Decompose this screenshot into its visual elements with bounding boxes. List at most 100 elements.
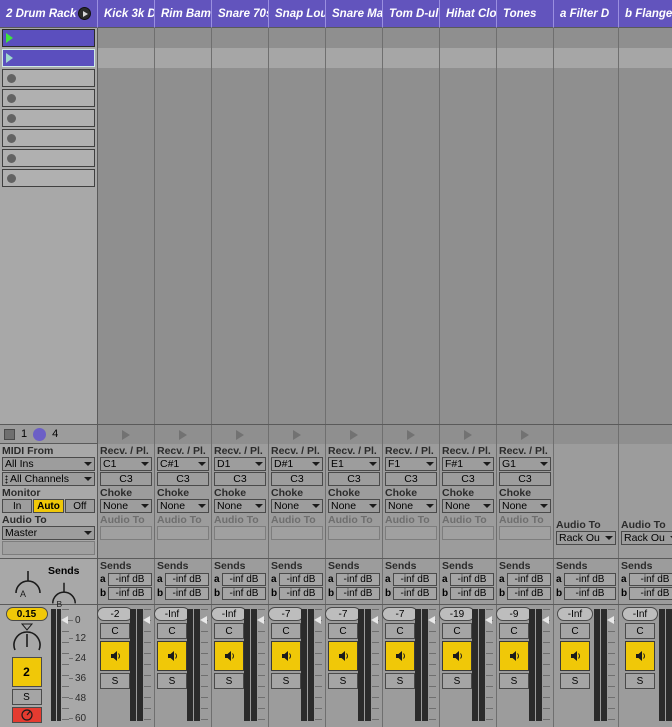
recv-note-chooser[interactable]: D1 [214,457,266,471]
clip-slot[interactable] [155,168,212,188]
clip-slot[interactable] [383,128,440,148]
play-note-field[interactable]: C3 [271,472,323,486]
recv-note-chooser[interactable]: C#1 [157,457,209,471]
crossfade-assign-button[interactable]: C [625,623,655,639]
stop-clip-button[interactable] [440,425,497,444]
clip-slot[interactable] [212,108,269,128]
empty-clip-slot[interactable] [2,149,95,167]
clip-slot[interactable] [98,48,155,68]
track-solo-button[interactable]: S [442,673,472,689]
choke-chooser[interactable]: None [328,499,380,513]
clip-slot[interactable] [619,168,672,188]
track-volume-fader[interactable] [607,609,615,725]
track-activator-button[interactable] [385,641,415,671]
clip-slot[interactable] [155,28,212,48]
empty-slot[interactable] [212,188,269,424]
send-a-value[interactable]: -inf dB [507,573,551,586]
monitor-auto-button[interactable]: Auto [33,499,64,513]
stop-clip-button[interactable] [326,425,383,444]
audio-to-chooser[interactable] [385,526,437,540]
empty-slot[interactable] [619,188,672,424]
track-title-6[interactable]: Hihat Clo [440,0,497,28]
stop-clip-button[interactable] [383,425,440,444]
clip-slot[interactable] [497,108,554,128]
clip-slot[interactable] [212,128,269,148]
empty-clip-slot[interactable] [2,129,95,147]
clip-slot[interactable] [326,128,383,148]
clip-slot[interactable] [269,48,326,68]
clip-slot[interactable] [155,48,212,68]
clip-slot[interactable] [440,128,497,148]
send-b-value[interactable]: -inf dB [108,587,152,600]
empty-slot[interactable] [440,188,497,424]
track-solo-button[interactable]: S [625,673,655,689]
clip-slot[interactable] [554,128,619,148]
stop-clip-button[interactable] [212,425,269,444]
audio-to-chooser[interactable] [271,526,323,540]
send-a-value[interactable]: -inf dB [336,573,380,586]
track-title-0[interactable]: Kick 3k D [98,0,155,28]
track-title-3[interactable]: Snap Lou [269,0,326,28]
clip-slot[interactable] [554,48,619,68]
midi-channel-chooser[interactable]: All Channels [2,472,95,486]
send-b-value[interactable]: -inf dB [279,587,323,600]
audio-to-chooser[interactable]: Master [2,526,95,540]
track-volume-value[interactable]: -Inf [557,607,593,621]
clip-slot[interactable] [383,28,440,48]
clip-slot[interactable] [98,168,155,188]
fader-handle-icon[interactable] [200,616,207,624]
play-note-field[interactable]: C3 [100,472,152,486]
return-title-0[interactable]: a Filter D [554,0,619,28]
track-activator-button[interactable] [442,641,472,671]
clip-slot[interactable] [269,168,326,188]
track-activator-button[interactable] [214,641,244,671]
fader-handle-icon[interactable] [371,616,378,624]
crossfade-assign-button[interactable]: C [271,623,301,639]
audio-to-chooser[interactable] [100,526,152,540]
clip-slot[interactable] [554,88,619,108]
track-volume-value[interactable]: -9 [496,607,532,621]
clip-slot[interactable] [497,128,554,148]
clip-slot[interactable] [554,28,619,48]
track-volume-value[interactable]: -19 [439,607,475,621]
send-a-value[interactable]: -inf dB [108,573,152,586]
recv-note-chooser[interactable]: C1 [100,457,152,471]
clip-slot[interactable] [554,108,619,128]
clip-slot[interactable] [554,168,619,188]
stop-clip-button[interactable] [269,425,326,444]
choke-chooser[interactable]: None [271,499,323,513]
play-note-field[interactable]: C3 [328,472,380,486]
scene-dot-icon[interactable] [33,427,47,441]
fader-handle-icon[interactable] [542,616,549,624]
clip-slot[interactable] [497,88,554,108]
crossfade-assign-button[interactable]: C [157,623,187,639]
clip-slot[interactable] [383,88,440,108]
stop-clip-button[interactable] [98,425,155,444]
audio-to-chooser[interactable]: Rack Ou [621,531,672,545]
clip-slot[interactable] [619,48,672,68]
crossfade-assign-button[interactable]: C [328,623,358,639]
clip-slot[interactable] [326,108,383,128]
audio-to-chooser[interactable] [214,526,266,540]
clip-slot[interactable] [326,68,383,88]
recv-note-chooser[interactable]: F1 [385,457,437,471]
choke-chooser[interactable]: None [442,499,494,513]
crossfade-assign-button[interactable]: C [385,623,415,639]
audio-to-sub-chooser[interactable] [2,541,95,555]
play-triangle-icon[interactable] [6,33,13,43]
clip-slot[interactable] [619,28,672,48]
clip-slot[interactable] [212,168,269,188]
clip-slot[interactable] [98,88,155,108]
clip-slot[interactable] [383,48,440,68]
clip-slot[interactable] [554,68,619,88]
empty-slot[interactable] [269,188,326,424]
send-b-value[interactable]: -inf dB [393,587,437,600]
fader-handle-icon[interactable] [607,616,614,624]
master-volume-fader[interactable] [61,609,70,725]
clip-slot[interactable] [155,88,212,108]
send-b-value[interactable]: -inf dB [629,587,672,600]
track-activator-button[interactable] [100,641,130,671]
clip-slot[interactable] [440,68,497,88]
clip-slot[interactable] [98,128,155,148]
stop-dot-icon[interactable] [7,173,16,183]
